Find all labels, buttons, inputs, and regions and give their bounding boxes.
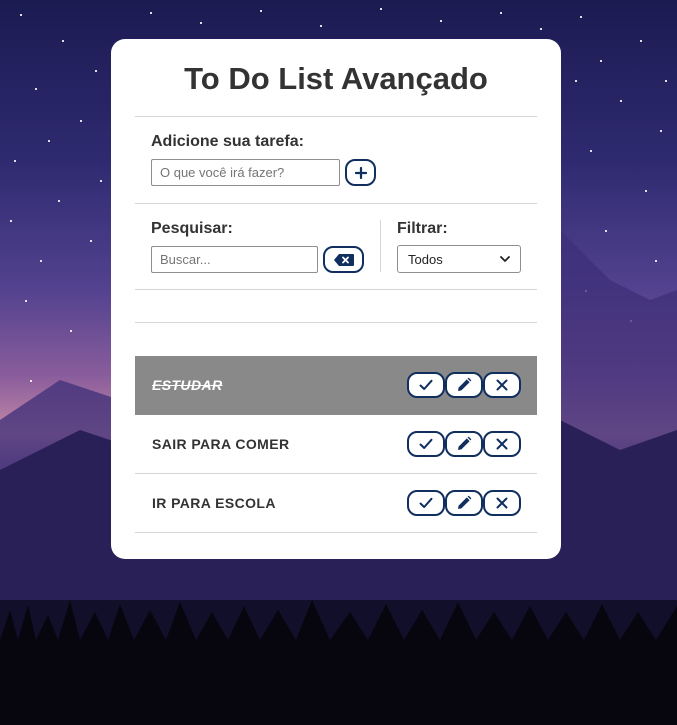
- check-icon: [419, 497, 433, 509]
- filter-separator: [380, 220, 381, 272]
- todo-item: IR PARA ESCOLA: [135, 474, 537, 533]
- pencil-icon: [456, 495, 472, 511]
- remove-todo-button[interactable]: [483, 431, 521, 457]
- check-icon: [419, 379, 433, 391]
- edit-todo-button[interactable]: [445, 431, 483, 457]
- close-icon: [496, 497, 508, 509]
- todo-item: SAIR PARA COMER: [135, 415, 537, 474]
- finish-todo-button[interactable]: [407, 431, 445, 457]
- chevron-down-icon: [500, 255, 510, 262]
- remove-todo-button[interactable]: [483, 372, 521, 398]
- todo-actions: [407, 372, 521, 398]
- close-icon: [496, 438, 508, 450]
- plus-icon: [354, 166, 367, 179]
- divider: [135, 203, 537, 204]
- todo-actions: [407, 490, 521, 516]
- divider: [135, 322, 537, 323]
- search-label: Pesquisar:: [151, 220, 233, 237]
- pencil-icon: [456, 436, 472, 452]
- todo-actions: [407, 431, 521, 457]
- todo-card: To Do List Avançado Adicione sua tarefa:…: [111, 39, 561, 559]
- filter-label: Filtrar:: [397, 220, 448, 237]
- edit-todo-button[interactable]: [445, 372, 483, 398]
- search-input[interactable]: [151, 246, 318, 273]
- clear-search-button[interactable]: [323, 246, 364, 273]
- add-task-label: Adicione sua tarefa:: [151, 133, 304, 150]
- pencil-icon: [456, 377, 472, 393]
- divider: [135, 289, 537, 290]
- filter-selected-value: Todos: [408, 251, 443, 267]
- filter-select[interactable]: Todos: [397, 245, 521, 273]
- backspace-icon: [333, 253, 354, 266]
- close-icon: [496, 379, 508, 391]
- remove-todo-button[interactable]: [483, 490, 521, 516]
- add-task-button[interactable]: [345, 159, 376, 186]
- edit-todo-button[interactable]: [445, 490, 483, 516]
- divider: [135, 116, 537, 117]
- todo-text: IR PARA ESCOLA: [152, 495, 276, 511]
- finish-todo-button[interactable]: [407, 490, 445, 516]
- todo-text: ESTUDAR: [152, 377, 223, 393]
- page-title: To Do List Avançado: [184, 61, 488, 96]
- todo-text: SAIR PARA COMER: [152, 436, 290, 452]
- finish-todo-button[interactable]: [407, 372, 445, 398]
- todo-item: ESTUDAR: [135, 356, 537, 415]
- check-icon: [419, 438, 433, 450]
- add-task-input[interactable]: [151, 159, 340, 186]
